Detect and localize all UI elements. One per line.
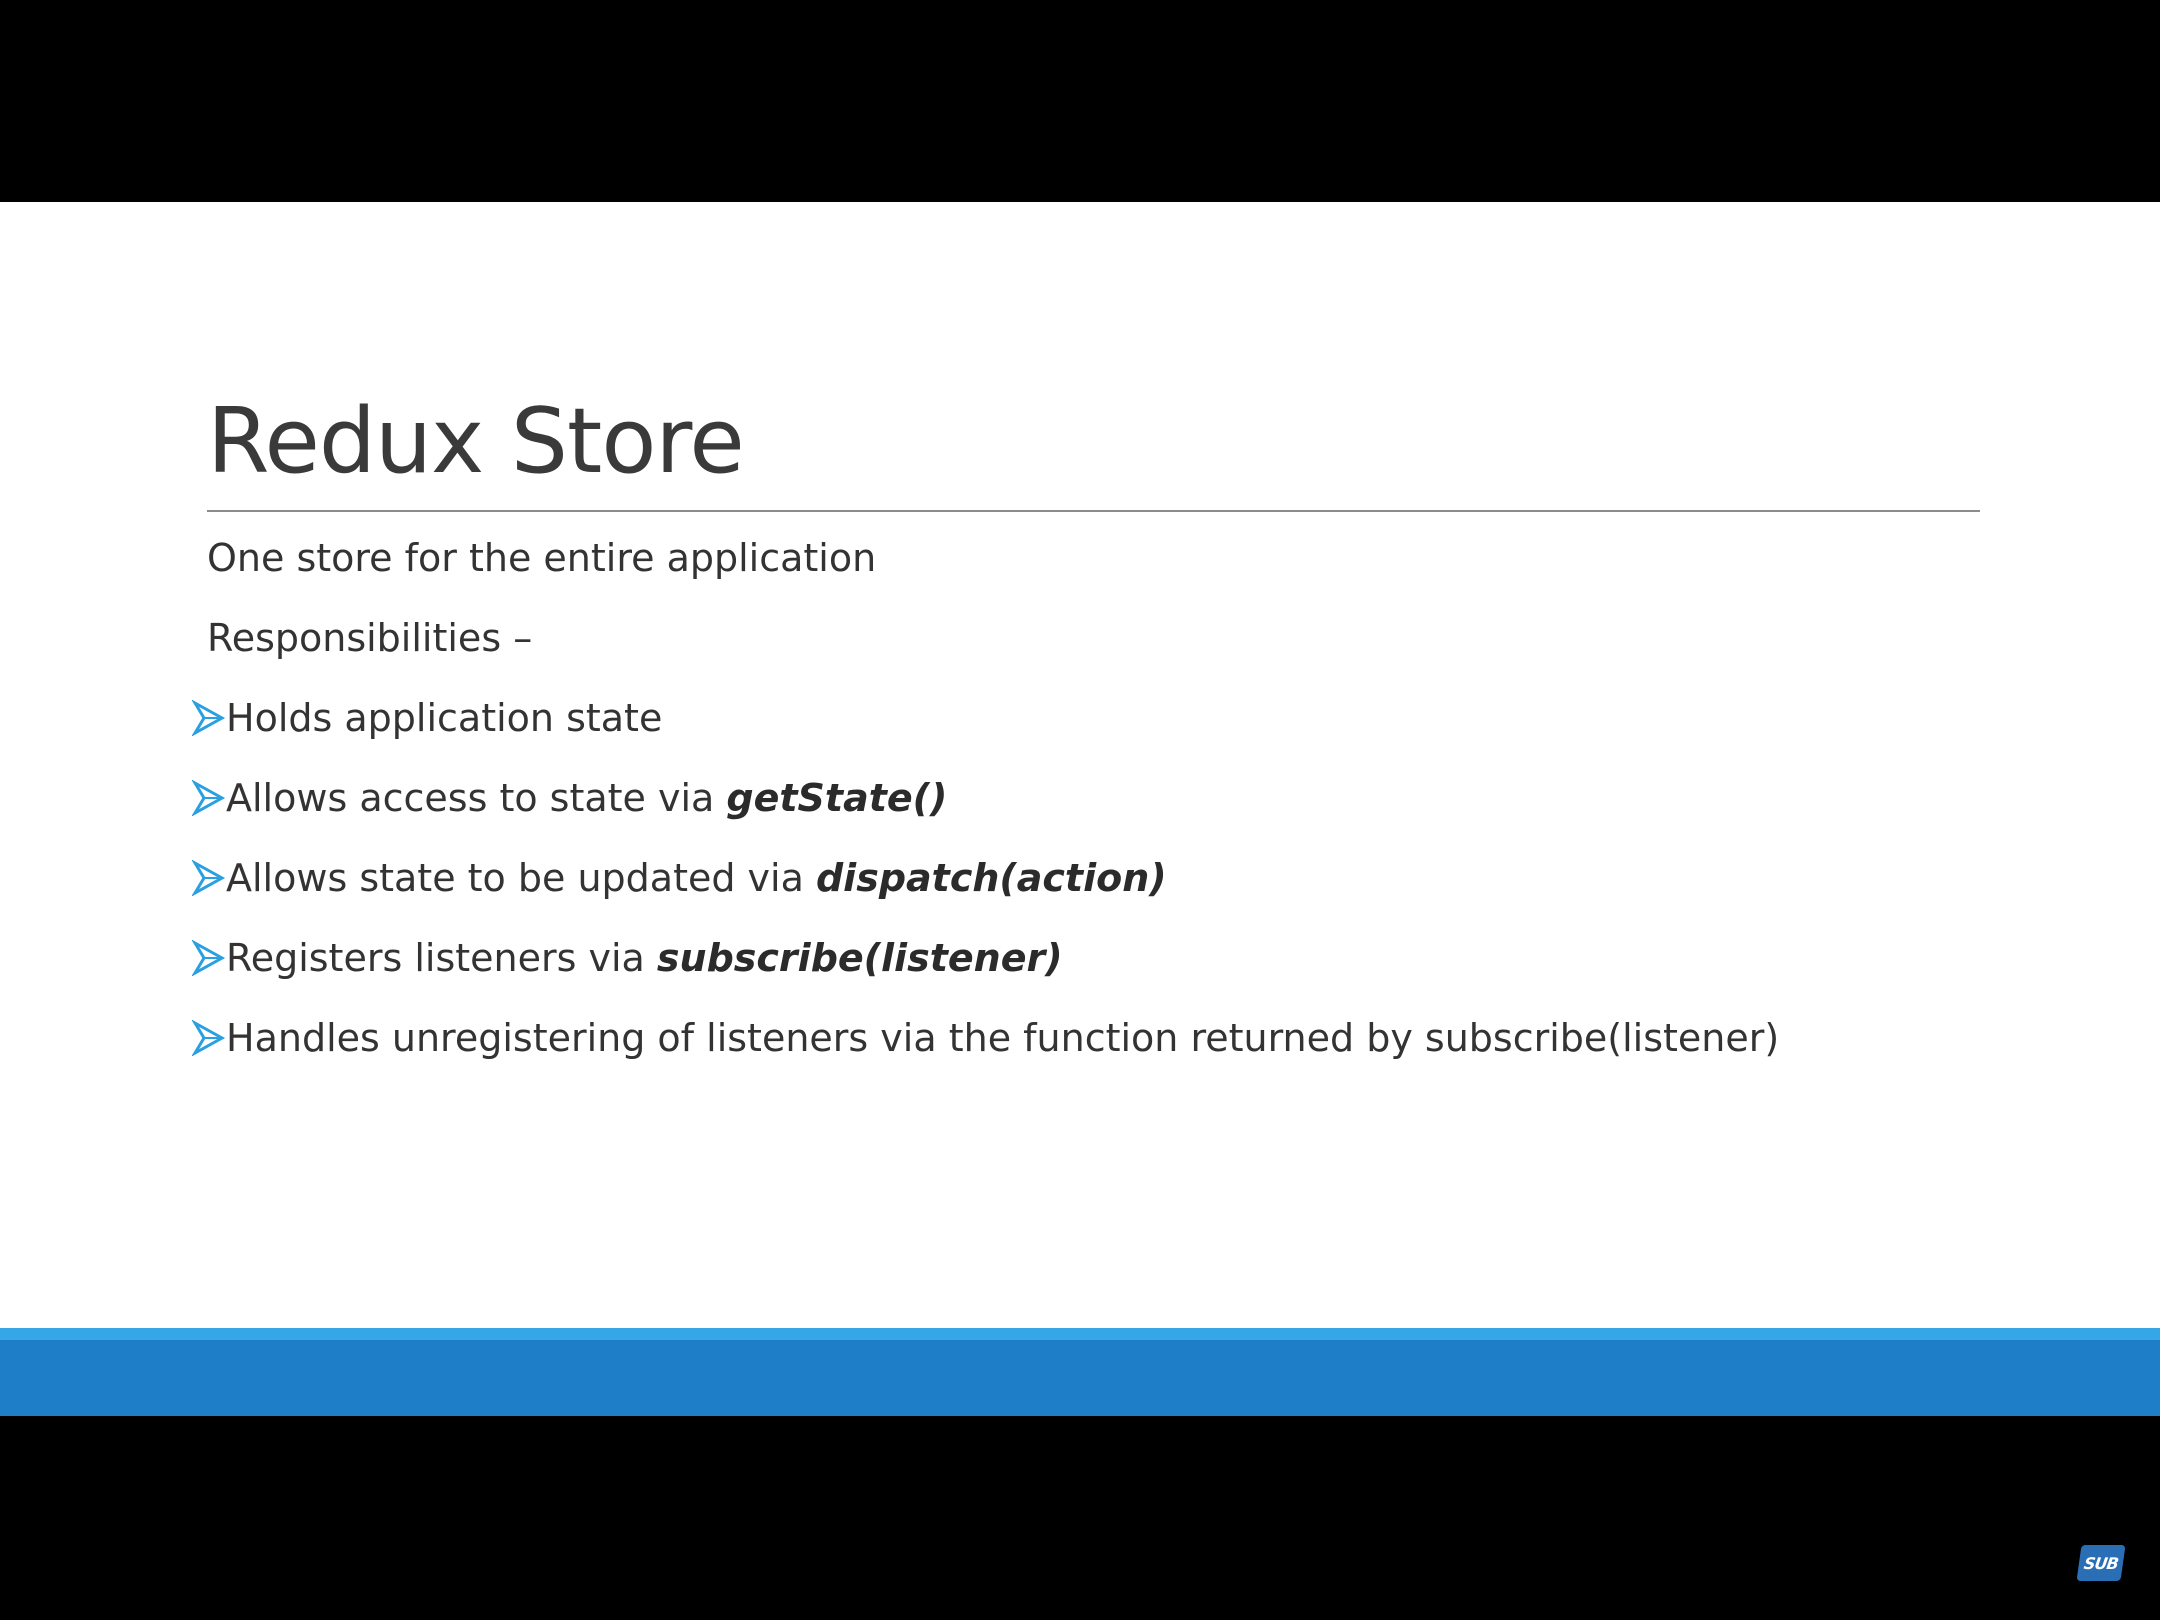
arrowhead-bullet-icon: [192, 940, 226, 976]
footer-accent-band: [0, 1328, 2160, 1416]
presentation-slide: Redux Store One store for the entire app…: [0, 202, 2160, 1416]
code-snippet: subscribe(listener): [656, 936, 1063, 980]
arrowhead-bullet-icon: [192, 700, 226, 736]
subscribe-badge[interactable]: SUB: [2076, 1545, 2126, 1581]
arrowhead-bullet-icon: [192, 860, 226, 896]
code-snippet: getState(): [726, 776, 948, 820]
arrowhead-bullet-icon: [192, 780, 226, 816]
intro-paragraph: One store for the entire application: [207, 536, 877, 580]
bullet-text: Registers listeners via subscribe(listen…: [226, 936, 1063, 980]
bottom-letterbox: [0, 1416, 2160, 1620]
bullet-text: Holds application state: [226, 696, 663, 740]
title-divider: [207, 510, 1980, 512]
footer-accent-highlight: [0, 1328, 2160, 1340]
bullet-text: Allows access to state via getState(): [226, 776, 948, 820]
bullet-text: Handles unregistering of listeners via t…: [226, 1016, 1780, 1060]
code-snippet: dispatch(action): [815, 856, 1167, 900]
bullet-text: Allows state to be updated via dispatch(…: [226, 856, 1167, 900]
top-letterbox: [0, 0, 2160, 202]
responsibilities-heading: Responsibilities –: [207, 616, 533, 660]
slide-title: Redux Store: [207, 389, 745, 494]
arrowhead-bullet-icon: [192, 1020, 226, 1056]
